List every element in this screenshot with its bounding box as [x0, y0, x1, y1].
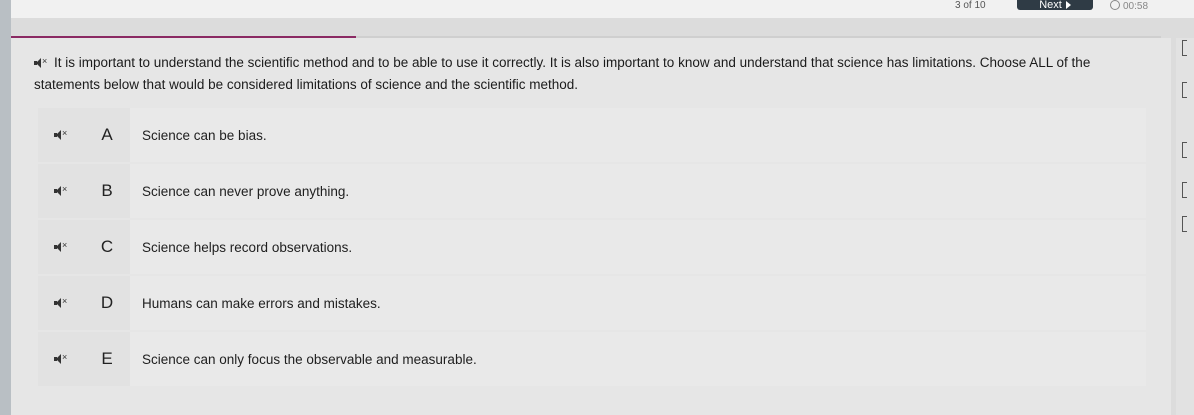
option-a[interactable]: × A Science can be bias.: [38, 108, 1146, 162]
option-text[interactable]: Science can never prove anything.: [130, 164, 1146, 218]
next-button[interactable]: Next: [1017, 0, 1093, 10]
bracket-mark: [1182, 142, 1187, 158]
timer-value: 00:58: [1123, 1, 1149, 12]
bracket-mark: [1182, 82, 1187, 98]
option-letter: C: [100, 237, 114, 256]
speaker-icon[interactable]: ×: [54, 352, 68, 364]
left-edge-bar: [0, 0, 11, 415]
speaker-icon[interactable]: ×: [54, 128, 68, 140]
question-text-block: × It is important to understand the scien…: [34, 52, 1144, 96]
question-text: It is important to understand the scient…: [34, 55, 1091, 92]
answer-options: × A Science can be bias. × B Science can…: [38, 108, 1146, 388]
clock-icon: [1110, 0, 1120, 10]
option-text[interactable]: Humans can make errors and mistakes.: [130, 276, 1146, 330]
option-letter: A: [101, 125, 113, 144]
bracket-mark: [1182, 40, 1187, 56]
option-text[interactable]: Science helps record observations.: [130, 220, 1146, 274]
option-letter: E: [101, 349, 113, 368]
bracket-mark: [1182, 216, 1187, 232]
speaker-icon[interactable]: ×: [34, 56, 48, 68]
option-d[interactable]: × D Humans can make errors and mistakes.: [38, 276, 1146, 330]
speaker-icon[interactable]: ×: [54, 296, 68, 308]
speaker-icon[interactable]: ×: [54, 184, 68, 196]
option-b[interactable]: × B Science can never prove anything.: [38, 164, 1146, 218]
timer: 00:58: [1110, 0, 1148, 12]
option-text[interactable]: Science can be bias.: [130, 108, 1146, 162]
next-button-label: Next: [1039, 0, 1062, 10]
option-letter: D: [100, 293, 114, 312]
speaker-icon[interactable]: ×: [54, 240, 68, 252]
option-letter: B: [101, 181, 113, 200]
bracket-mark: [1182, 182, 1187, 198]
question-counter: 3 of 10: [955, 0, 986, 11]
option-e[interactable]: × E Science can only focus the observabl…: [38, 332, 1146, 386]
play-arrow-icon: [1065, 1, 1071, 10]
option-c[interactable]: × C Science helps record observations.: [38, 220, 1146, 274]
option-text[interactable]: Science can only focus the observable an…: [130, 332, 1146, 386]
